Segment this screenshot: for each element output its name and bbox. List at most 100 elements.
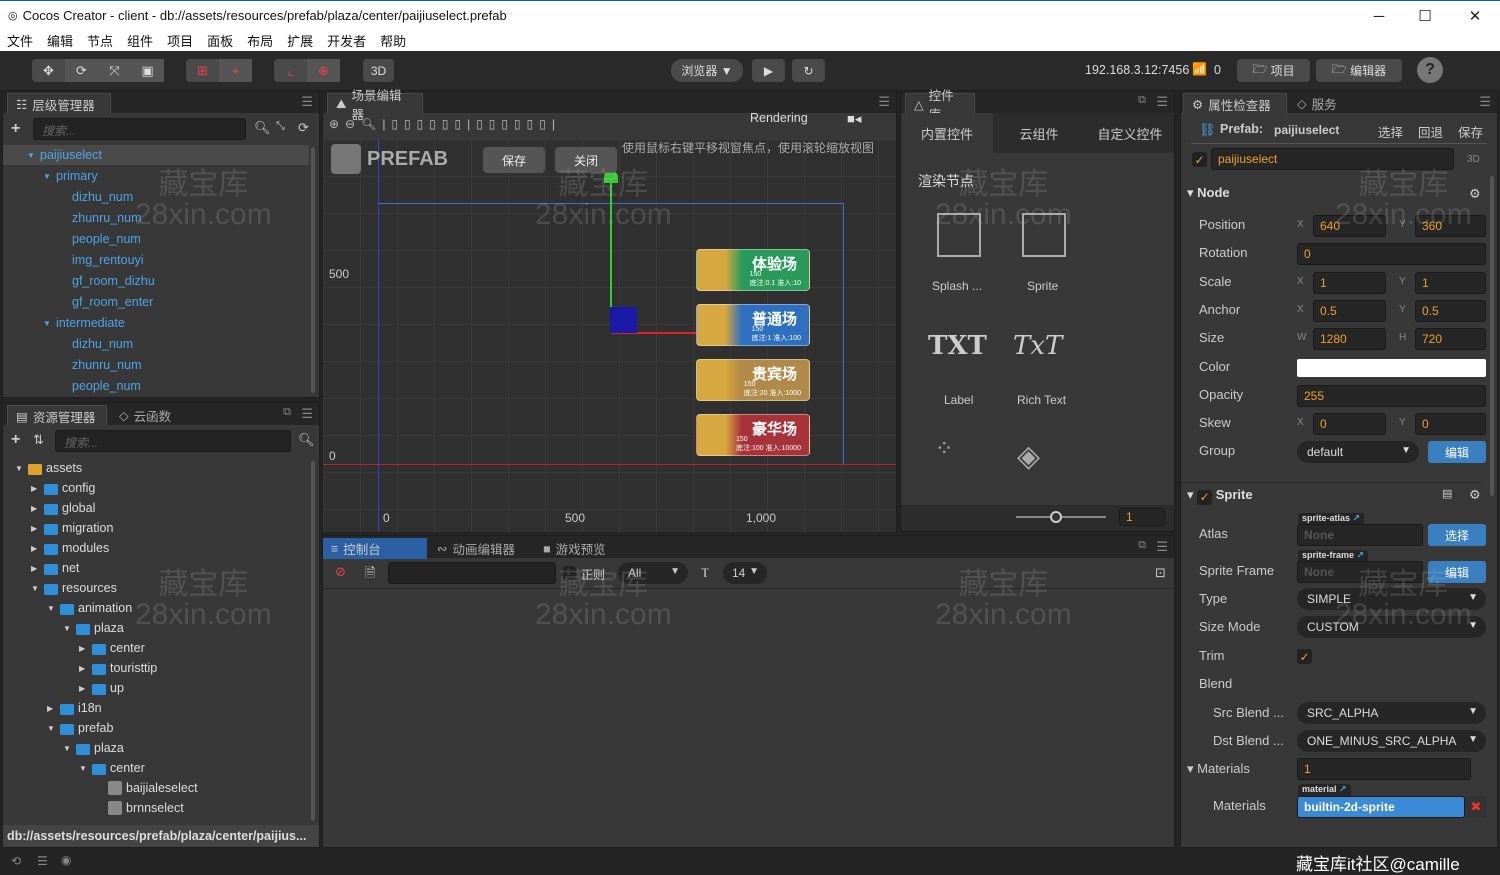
close-prefab-button[interactable]: 关闭 — [555, 147, 617, 173]
skew-y-input[interactable]: 0 — [1415, 413, 1486, 436]
sprite-frame-field[interactable]: None — [1297, 561, 1423, 583]
scene-align-tools[interactable]: ⊕⊖🔍︎|▯▯▯▯▯▯|▯▯▯▯▯▯| — [329, 117, 561, 131]
asset-item[interactable]: ▶ migration — [31, 518, 113, 538]
caret-right-icon[interactable]: ▶ — [31, 564, 40, 573]
hierarchy-scrollbar[interactable] — [311, 147, 315, 393]
tab-services[interactable]: ◇ 服务 — [1289, 93, 1345, 114]
tiledmap-icon[interactable]: ◈ — [1017, 439, 1040, 474]
tab-widget-library[interactable]: △控件库 — [905, 89, 975, 122]
local-coord-icon[interactable]: ⌞ — [274, 59, 307, 82]
caret-down-icon[interactable]: ▼ — [79, 764, 88, 773]
caret-down-icon[interactable]: ▼ — [47, 724, 56, 733]
help-button[interactable]: ? — [1417, 57, 1443, 83]
hierarchy-node[interactable]: gf_room_enter — [3, 292, 309, 312]
asset-item[interactable]: ▶ up — [79, 678, 124, 698]
tab-console[interactable]: ≡ 控制台 — [323, 538, 427, 559]
search-icon[interactable]: 🔍︎ — [254, 120, 271, 136]
save-prefab-button[interactable]: 保存 — [483, 147, 545, 173]
menu-item[interactable]: 编辑 — [40, 31, 80, 50]
clear-console-icon[interactable]: ⊘ — [335, 564, 346, 580]
tab-game-preview[interactable]: ■ 游戏预览 — [535, 538, 614, 559]
open-editor-button[interactable]: 🗁 编辑器 — [1316, 59, 1402, 82]
camera-icon[interactable]: ■◂ — [847, 111, 861, 127]
menu-item[interactable]: 文件 — [0, 31, 40, 50]
menu-item[interactable]: 开发者 — [320, 31, 373, 50]
sprite-icon[interactable] — [1022, 213, 1066, 257]
hierarchy-node[interactable]: ▼ paijiuselect — [3, 145, 309, 165]
caret-right-icon[interactable]: ▶ — [31, 524, 40, 533]
asset-item[interactable]: ▶ config — [31, 478, 95, 498]
asset-item[interactable]: ▼ plaza — [63, 738, 124, 758]
sprite-help-icon[interactable]: ▤ — [1442, 487, 1452, 500]
tab-cloud-functions[interactable]: ◇ 云函数 — [111, 405, 179, 426]
prefab-save-button[interactable]: 保存 — [1458, 122, 1483, 141]
asset-item[interactable]: ▼ prefab — [47, 718, 113, 738]
refresh-button[interactable]: ↻ — [792, 59, 825, 82]
sprite-section-header[interactable]: ▾ ✓ Sprite — [1181, 482, 1481, 506]
remove-material-icon[interactable]: ✖ — [1466, 796, 1486, 818]
zoom-value-input[interactable]: 1 — [1119, 508, 1165, 526]
caret-down-icon[interactable]: ▼ — [63, 744, 72, 753]
hierarchy-node[interactable]: dizhu_num — [3, 334, 309, 354]
asset-item[interactable]: ▼ plaza — [63, 618, 124, 638]
move-tool-icon[interactable]: ✥ — [32, 59, 65, 82]
close-button[interactable]: ✕ — [1452, 1, 1498, 31]
caret-right-icon[interactable]: ▶ — [79, 684, 88, 693]
room-card[interactable]: 贵宾场 150 底注:20 准入:1000 — [696, 359, 810, 401]
hierarchy-node[interactable]: img_rentouyi — [3, 250, 309, 270]
widget-splash-label[interactable]: Splash ... — [932, 279, 982, 293]
log-level-select[interactable]: All — [618, 562, 688, 584]
menu-item[interactable]: 面板 — [200, 31, 240, 50]
sort-icon[interactable]: ⇅ — [33, 432, 44, 448]
src-blend-select[interactable]: SRC_ALPHA — [1297, 702, 1486, 724]
panel-menu-icon[interactable]: ☰ — [1479, 94, 1491, 110]
asset-item[interactable]: ▶ touristtip — [79, 658, 157, 678]
open-project-button[interactable]: 🗁 项目 — [1237, 59, 1310, 82]
tab-scene-editor[interactable]: ⛰ 场景编辑器 — [327, 89, 423, 122]
tab-animation-editor[interactable]: ∾ 动画编辑器 — [429, 538, 523, 559]
hierarchy-node[interactable]: people_num — [3, 376, 309, 396]
hierarchy-node[interactable]: dizhu_num — [3, 187, 309, 207]
group-select[interactable]: default — [1297, 441, 1419, 464]
external-link-icon[interactable]: ↗ — [1339, 784, 1347, 794]
scale-tool-icon[interactable]: ⤧ — [98, 59, 131, 82]
anchor-y-input[interactable]: 0.5 — [1415, 299, 1486, 322]
atlas-select-button[interactable]: 选择 — [1428, 524, 1486, 546]
asset-item[interactable]: ▶ i18n — [47, 698, 102, 718]
play-button[interactable]: ▶ — [752, 59, 785, 82]
browser-select[interactable]: 浏览器 ▼ — [671, 59, 743, 82]
rotate-tool-icon[interactable]: ⟳ — [65, 59, 98, 82]
room-card[interactable]: 普通场 150 底注:1 准入:100 — [696, 304, 810, 346]
rotation-input[interactable]: 0 — [1297, 243, 1486, 266]
inspector-scrollbar[interactable] — [1490, 176, 1494, 496]
node-section-header[interactable]: ▾ Node — [1181, 181, 1481, 205]
sprite-enabled-checkbox[interactable]: ✓ — [1197, 489, 1213, 505]
tab-assets[interactable]: ▤ 资源管理器 — [7, 405, 107, 426]
asset-item[interactable]: ▶ net — [31, 558, 79, 578]
panel-menu-icon[interactable]: ☰ — [878, 94, 890, 110]
widget-richtext-label[interactable]: Rich Text — [1017, 393, 1066, 407]
prefab-select-button[interactable]: 选择 — [1378, 122, 1403, 141]
gizmo-center[interactable] — [610, 307, 637, 333]
anchor-x-input[interactable]: 0.5 — [1313, 299, 1386, 322]
center-icon[interactable]: + — [219, 59, 252, 82]
asset-item[interactable]: baijialeselect — [95, 778, 198, 798]
assets-scrollbar[interactable] — [311, 461, 315, 821]
prefab-revert-button[interactable]: 回退 — [1418, 122, 1443, 141]
asset-item[interactable]: brnnselect — [95, 798, 184, 818]
sprite-settings-gear-icon[interactable]: ⚙ — [1469, 487, 1481, 503]
tab-builtin-widgets[interactable]: 内置控件 — [901, 113, 993, 153]
particle-icon[interactable]: ⁘ — [935, 436, 953, 462]
caret-right-icon[interactable]: ▶ — [31, 504, 40, 513]
room-card[interactable]: 体验场 150 底注:0.1 准入:10 — [696, 249, 810, 291]
size-mode-select[interactable]: CUSTOM — [1297, 616, 1486, 638]
maximize-button[interactable]: ☐ — [1402, 1, 1448, 31]
popout-icon[interactable]: ⧉ — [1138, 94, 1146, 107]
menu-item[interactable]: 帮助 — [373, 31, 413, 50]
minimize-button[interactable]: ─ — [1356, 1, 1402, 31]
tab-inspector[interactable]: ⚙ 属性检查器 — [1183, 93, 1287, 114]
node-active-checkbox[interactable]: ✓ — [1192, 152, 1207, 167]
3d-toggle-button[interactable]: 3D — [363, 59, 394, 82]
opacity-input[interactable]: 255 — [1297, 384, 1486, 407]
caret-right-icon[interactable]: ▶ — [47, 704, 56, 713]
